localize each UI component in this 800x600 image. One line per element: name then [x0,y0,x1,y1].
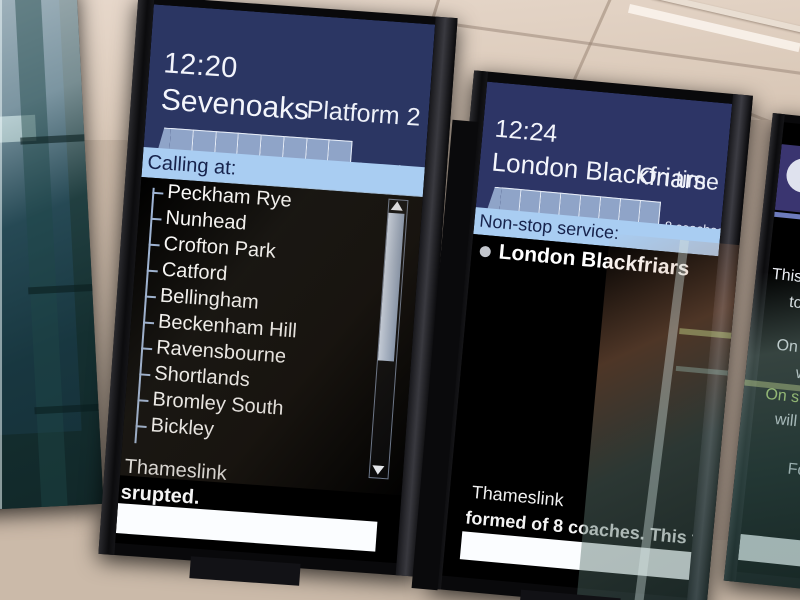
station-display-scene: On time coaches 12:20 Sevenoaks Platform… [0,0,800,600]
info-divider [774,211,800,228]
sevenoaks-calling-list[interactable]: Peckham Rye Nunhead Crofton Park Catford… [120,176,423,487]
info-line: to [788,293,800,313]
scroll-up-arrow[interactable] [390,200,404,211]
display-sevenoaks[interactable]: 12:20 Sevenoaks Platform 2 8 coaches Cal… [98,0,458,577]
info-white-bar [737,533,800,572]
info-line-highlight: On s [764,385,800,407]
display-left-screen: On time coaches [0,0,82,438]
info-line: will n [773,410,800,432]
calling-list-scrollbar[interactable] [368,198,409,480]
info-line: w [794,364,800,383]
info-line: On [775,336,799,356]
info-line: Fo [786,460,800,480]
list-item: Bellingham [159,284,260,314]
list-item: Catford [161,258,229,286]
blackfriars-calling-list[interactable]: London Blackfriars [456,233,719,446]
blackfriars-time: 12:24 [493,114,559,149]
blackfriars-operator: Thameslink [471,481,565,511]
display-blackfriars-screen: 12:24 London Blackfriars On time 8 coach… [442,81,733,598]
sevenoaks-time: 12:20 [162,47,239,85]
list-item: Shortlands [153,362,251,392]
display-sevenoaks-screen: 12:20 Sevenoaks Platform 2 8 coaches Cal… [115,4,436,564]
stop-bullet-icon [479,245,492,258]
list-item: Bickley [149,414,215,441]
sevenoaks-band-label: Calling at: [146,150,238,180]
sevenoaks-white-bar [115,503,378,552]
display-left-white-bar [0,114,37,148]
info-line: This w [771,265,800,288]
scroll-down-arrow[interactable] [371,465,385,476]
list-item: Nunhead [164,206,248,235]
